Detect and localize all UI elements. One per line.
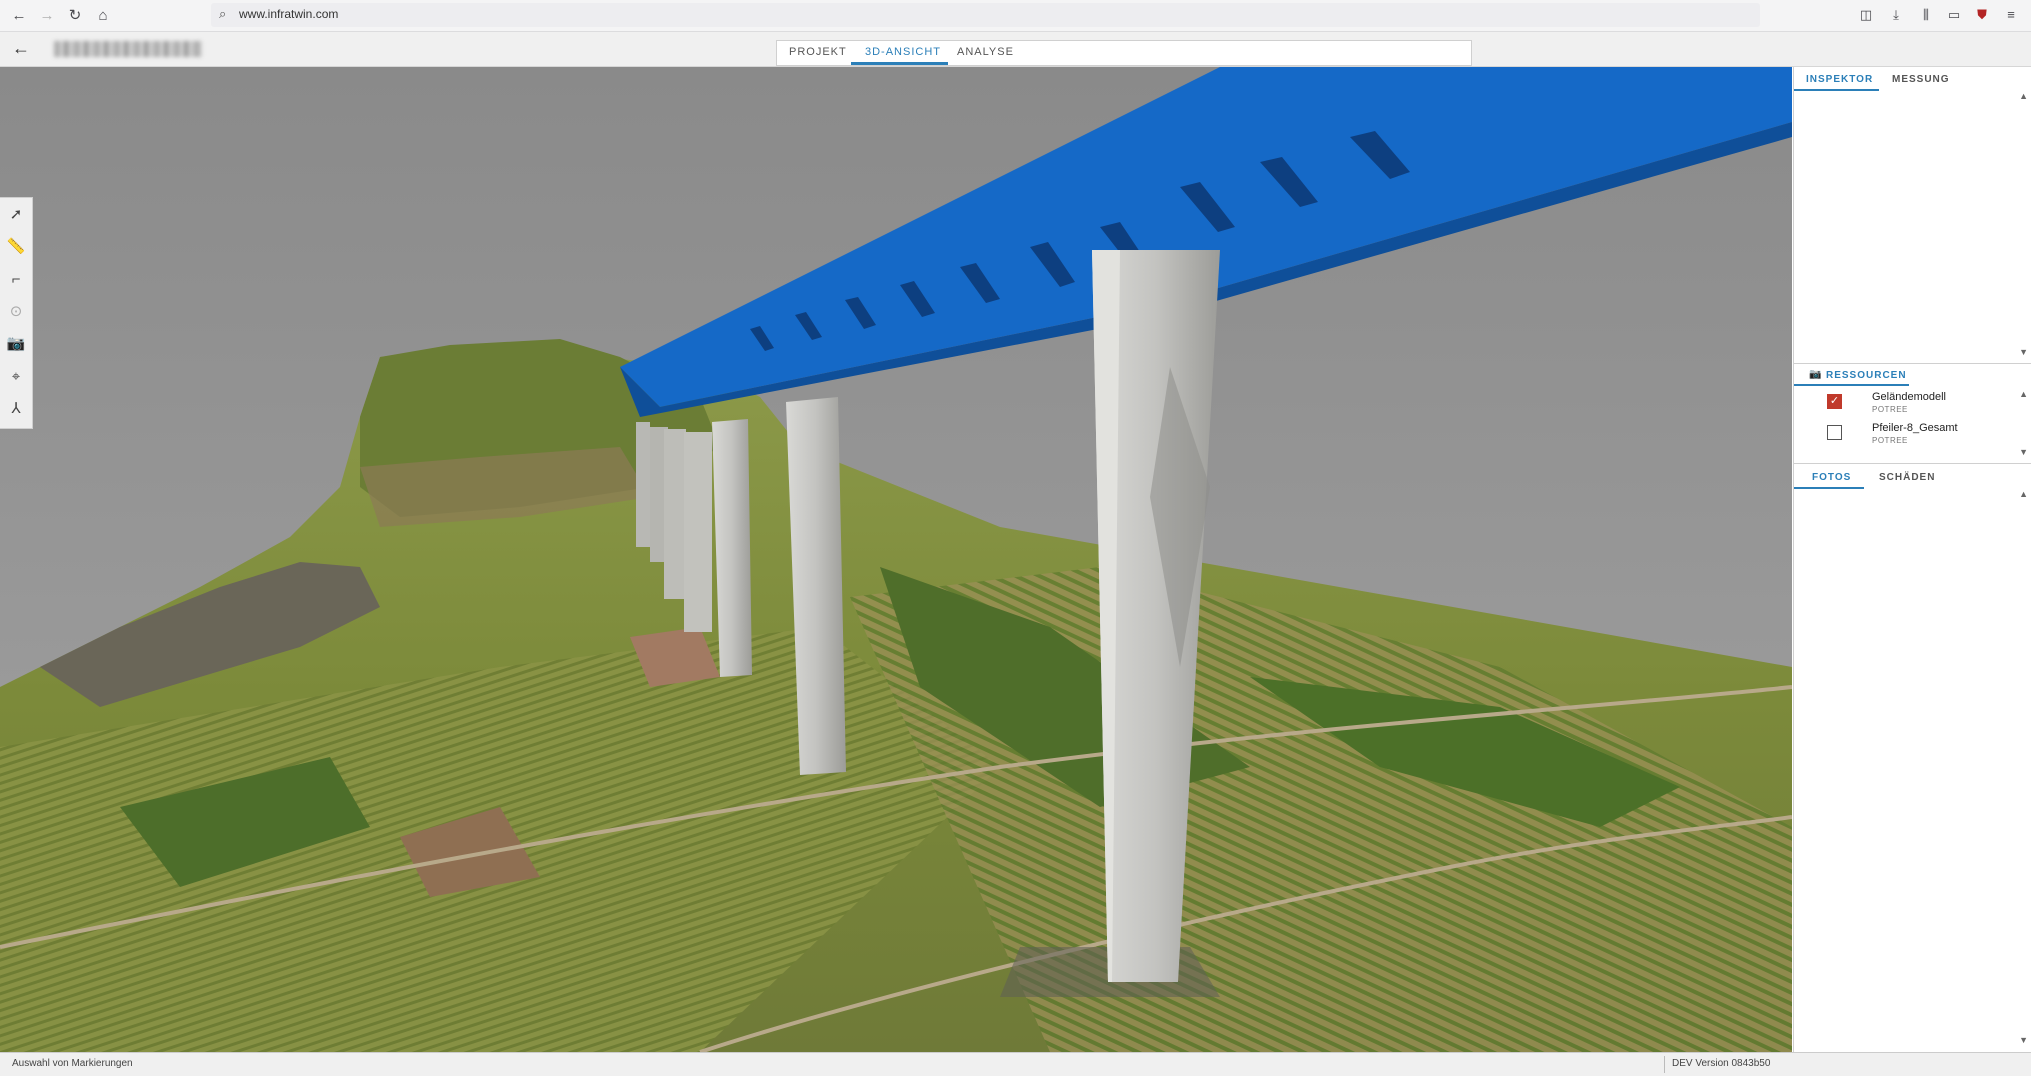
panel-divider-2 [1794, 463, 2031, 464]
browser-toolbar: ← → ↻ ⌂ ⌕ www.infratwin.com ◫ ⤓ ⫼ ▭ ⛊ ≡ [0, 0, 2031, 32]
resource-name: Geländemodell [1872, 391, 1946, 403]
resources-tab-indicator [1794, 384, 1909, 386]
tab-schaeden[interactable]: SCHÄDEN [1879, 472, 1935, 483]
3d-viewport[interactable]: ➚ 📏 ⌐ ⊙ 📷 ⌖ ⅄ [0, 67, 1792, 1052]
photos-scroll-up-icon[interactable]: ▲ [2019, 489, 2028, 499]
inspektor-tab-indicator [1794, 89, 1879, 91]
back-arrow-icon[interactable]: ← [12, 38, 30, 59]
ruler-icon[interactable]: 📏 [6, 237, 26, 257]
main-tabs: PROJEKT 3D-ANSICHT ANALYSE [776, 40, 1472, 66]
fotos-tab-indicator [1794, 487, 1864, 489]
address-bar[interactable]: ⌕ www.infratwin.com [211, 3, 1760, 27]
photos-scroll-down-icon[interactable]: ▼ [2019, 1035, 2028, 1045]
resource-item-pfeiler[interactable]: Pfeiler-8_Gesamt POTREE [1794, 419, 2018, 449]
pocket-icon[interactable]: ◫ [1857, 7, 1875, 23]
select-icon[interactable]: ➚ [6, 205, 26, 225]
scroll-up-icon[interactable]: ▲ [2019, 91, 2028, 101]
tab-fotos[interactable]: FOTOS [1812, 472, 1851, 483]
status-divider [1664, 1056, 1665, 1073]
tool-sidebar: ➚ 📏 ⌐ ⊙ 📷 ⌖ ⅄ [0, 197, 33, 429]
scroll-down-icon[interactable]: ▼ [2019, 347, 2028, 357]
right-panel: INSPEKTOR MESSUNG ▲ ▼ 📷 RESSOURCEN ▲ ▼ ✓… [1793, 67, 2031, 1052]
status-left-text: Auswahl von Markierungen [12, 1058, 133, 1069]
reload-icon[interactable]: ↻ [66, 7, 84, 25]
status-bar: Auswahl von Markierungen DEV Version 084… [0, 1052, 2031, 1076]
camera-icon[interactable]: 📷 [6, 334, 26, 354]
camera-icon: 📷 [1809, 369, 1822, 380]
resources-scroll-up-icon[interactable]: ▲ [2019, 389, 2028, 399]
url-text: www.infratwin.com [239, 7, 339, 21]
resources-scroll-down-icon[interactable]: ▼ [2019, 447, 2028, 457]
library-icon[interactable]: ⫼ [1917, 7, 1935, 23]
back-icon[interactable]: ← [10, 7, 28, 25]
panel-divider [1794, 363, 2031, 364]
active-tab-indicator [851, 62, 948, 65]
tab-analyse[interactable]: ANALYSE [957, 46, 1014, 58]
version-text: DEV Version 0843b50 [1672, 1058, 1771, 1069]
pier-1 [636, 422, 650, 547]
axes-icon[interactable]: ⅄ [6, 399, 26, 419]
location-pin-icon[interactable]: ⌖ [6, 367, 26, 387]
pier-4 [684, 432, 712, 632]
checkbox-checked[interactable]: ✓ [1827, 394, 1842, 409]
focus-icon[interactable]: ⊙ [6, 302, 26, 322]
sidebar-icon[interactable]: ▭ [1945, 7, 1963, 23]
point-cloud-scene [0, 67, 1792, 1052]
resources-header: RESSOURCEN [1826, 370, 1907, 381]
forward-icon[interactable]: → [38, 7, 56, 25]
tab-projekt[interactable]: PROJEKT [789, 46, 847, 58]
tab-3d-ansicht[interactable]: 3D-ANSICHT [865, 46, 941, 58]
project-title-redacted [54, 41, 202, 57]
shield-icon[interactable]: ⛊ [1973, 7, 1991, 23]
resource-type: POTREE [1872, 405, 1908, 414]
tab-messung[interactable]: MESSUNG [1892, 74, 1950, 85]
resource-item-gelaendemodell[interactable]: ✓ Geländemodell POTREE [1794, 388, 2018, 418]
home-icon[interactable]: ⌂ [94, 7, 112, 25]
resource-name: Pfeiler-8_Gesamt [1872, 422, 1958, 434]
tab-inspektor[interactable]: INSPEKTOR [1806, 74, 1873, 85]
angle-icon[interactable]: ⌐ [6, 270, 26, 290]
menu-icon[interactable]: ≡ [2002, 7, 2020, 22]
search-icon: ⌕ [219, 6, 227, 21]
resource-type: POTREE [1872, 436, 1908, 445]
checkbox-unchecked[interactable] [1827, 425, 1842, 440]
download-icon[interactable]: ⤓ [1887, 7, 1905, 23]
pier-3 [664, 429, 686, 599]
